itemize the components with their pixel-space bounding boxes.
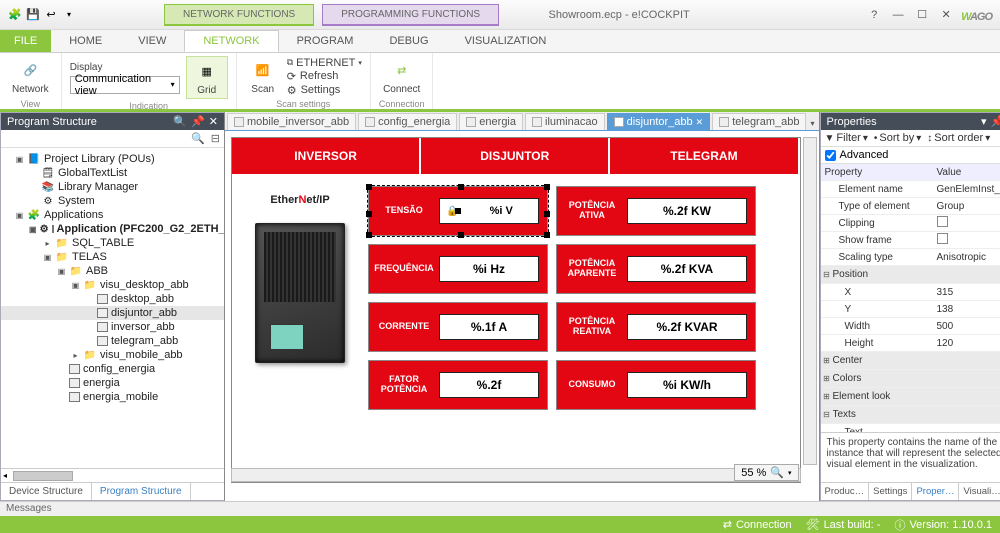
- settings-button[interactable]: ⚙Settings: [287, 84, 362, 97]
- zoom-icon: 🔍: [770, 466, 784, 479]
- doc-tab-iluminacao[interactable]: iluminacao: [525, 113, 605, 130]
- scan-icon: 📶: [249, 58, 277, 82]
- show-frame-checkbox[interactable]: [937, 233, 948, 244]
- card-potencia-reativa[interactable]: POTÊNCIA REATIVA%.2f KVAR: [556, 302, 756, 352]
- tab-device-structure[interactable]: Device Structure: [1, 483, 92, 500]
- doc-tab-config-energia[interactable]: config_energia: [358, 113, 457, 130]
- advanced-label: Advanced: [840, 149, 889, 161]
- clipping-checkbox[interactable]: [937, 216, 948, 227]
- tab-program[interactable]: PROGRAM: [279, 30, 372, 52]
- doc-tab-disjuntor[interactable]: disjuntor_abb✕: [607, 113, 711, 130]
- scan-button[interactable]: 📶 Scan: [245, 56, 281, 97]
- file-tab[interactable]: FILE: [0, 30, 51, 52]
- group-label-connection: Connection: [379, 97, 425, 112]
- property-grid[interactable]: Element nameGenElemInst_109 Type of elem…: [821, 181, 1000, 432]
- doc-tab-telegram[interactable]: telegram_abb: [712, 113, 806, 130]
- refresh-button[interactable]: ⟳Refresh: [287, 70, 362, 83]
- grid-icon: ▦: [193, 59, 221, 83]
- app-icon: 🧩: [8, 8, 22, 22]
- qat-dropdown-icon[interactable]: ▾: [62, 8, 76, 22]
- filter-button[interactable]: ▼ Filter ▾: [825, 132, 868, 144]
- panel-close-icon[interactable]: ✕: [209, 115, 218, 128]
- ethernet-ip-logo: EtherNet/IP: [270, 180, 329, 207]
- panel-title-properties: Properties: [827, 116, 877, 128]
- chevron-down-icon: ▾: [171, 80, 175, 89]
- connect-icon: ⇄: [388, 58, 416, 82]
- version-icon: ⓘ: [894, 517, 905, 533]
- tree-scrollbar-h[interactable]: ◂: [1, 468, 224, 482]
- card-corrente[interactable]: CORRENTE%.1f A: [368, 302, 548, 352]
- sortby-button[interactable]: • Sort by ▾: [874, 132, 921, 144]
- card-fator-potencia[interactable]: FATOR POTÊNCIA%.2f: [368, 360, 548, 410]
- card-frequencia[interactable]: FREQUÊNCIA%i Hz: [368, 244, 548, 294]
- tab-debug[interactable]: DEBUG: [371, 30, 446, 52]
- tree-collapse-icon[interactable]: ⊟: [211, 132, 220, 145]
- card-potencia-aparente[interactable]: POTÊNCIA APARENTE%.2f KVA: [556, 244, 756, 294]
- close-icon[interactable]: ✕: [935, 5, 957, 25]
- card-potencia-ativa[interactable]: POTÊNCIA ATIVA%.2f KW: [556, 186, 756, 236]
- card-consumo[interactable]: CONSUMO%i KW/h: [556, 360, 756, 410]
- search-icon[interactable]: 🔍: [173, 115, 187, 128]
- device-image: [255, 223, 345, 363]
- sortorder-button[interactable]: ↕ Sort order ▾: [927, 132, 990, 144]
- program-tree[interactable]: ▣📘Project Library (POUs) 🗒GlobalTextList…: [1, 148, 224, 468]
- canvas-scrollbar-v[interactable]: [803, 137, 817, 465]
- tabs-overflow-icon[interactable]: ▾: [806, 117, 818, 130]
- tab-close-icon[interactable]: ✕: [696, 117, 704, 128]
- visualization-canvas[interactable]: INVERSOR DISJUNTOR TELEGRAM EtherNet/IP …: [231, 137, 801, 483]
- pin-icon[interactable]: 📌: [191, 115, 205, 128]
- tab-network[interactable]: NETWORK: [184, 30, 278, 52]
- card-tensao[interactable]: TENSÃO 🔒%i V: [368, 186, 548, 236]
- tab-settings[interactable]: Settings: [869, 483, 912, 500]
- doc-tab-energia[interactable]: energia: [459, 113, 523, 130]
- maximize-icon[interactable]: ☐: [911, 5, 933, 25]
- minimize-icon[interactable]: —: [887, 5, 909, 25]
- display-label: Display: [70, 62, 103, 73]
- tab-visualization[interactable]: VISUALIZATION: [447, 30, 565, 52]
- display-combo[interactable]: Communication view▾: [70, 76, 180, 94]
- window-title: Showroom.ecp - e!COCKPIT: [379, 9, 859, 21]
- gear-icon: ⚙: [287, 84, 297, 97]
- col-property: Property: [821, 167, 933, 178]
- tree-search-icon[interactable]: 🔍: [191, 132, 205, 145]
- network-view-button[interactable]: 🔗 Network: [8, 56, 53, 97]
- subtab-telegram[interactable]: TELEGRAM: [610, 138, 799, 174]
- subtab-inversor[interactable]: INVERSOR: [232, 138, 421, 174]
- canvas-scrollbar-h[interactable]: [231, 468, 801, 482]
- refresh-icon: ⟳: [287, 70, 296, 83]
- tab-program-structure[interactable]: Program Structure: [92, 482, 191, 500]
- network-icon: 🔗: [16, 58, 44, 82]
- help-icon[interactable]: ?: [863, 5, 885, 25]
- document-tabs: mobile_inversor_abb config_energia energ…: [225, 112, 819, 131]
- context-tab-network-functions[interactable]: NETWORK FUNCTIONS: [164, 4, 314, 26]
- connect-button[interactable]: ⇄ Connect: [379, 56, 424, 97]
- property-description: This property contains the name of the i…: [821, 432, 1000, 482]
- status-version: ⓘVersion: 1.10.0.1: [894, 517, 992, 533]
- tab-produc[interactable]: Produc…: [821, 483, 870, 500]
- subtab-disjuntor[interactable]: DISJUNTOR: [421, 138, 610, 174]
- panel-menu-icon[interactable]: ▾: [981, 115, 987, 128]
- status-connection[interactable]: ⇄Connection: [723, 518, 792, 531]
- status-last-build: 🛠Last build: -: [806, 518, 881, 531]
- pin-icon[interactable]: 📌: [991, 115, 1000, 128]
- save-icon[interactable]: 💾: [26, 8, 40, 22]
- scan-interface-combo[interactable]: ⧉ ETHERNET ▾: [287, 57, 362, 69]
- grid-button[interactable]: ▦ Grid: [186, 56, 228, 99]
- undo-icon[interactable]: ↩: [44, 8, 58, 22]
- wago-logo: WAGO: [961, 7, 992, 23]
- tab-view[interactable]: VIEW: [120, 30, 184, 52]
- col-value: Value: [933, 167, 1000, 178]
- build-icon: 🛠: [806, 518, 820, 531]
- zoom-control[interactable]: 55 %🔍▾: [734, 464, 798, 481]
- tab-properties[interactable]: Proper…: [912, 483, 959, 500]
- doc-tab-mobile-inversor[interactable]: mobile_inversor_abb: [227, 113, 356, 130]
- tab-home[interactable]: HOME: [51, 30, 120, 52]
- advanced-checkbox[interactable]: [825, 150, 836, 161]
- panel-title-program-structure: Program Structure: [7, 116, 97, 128]
- connection-icon: ⇄: [723, 518, 732, 531]
- tab-visuali[interactable]: Visuali…: [959, 483, 1000, 500]
- ethernet-icon: ⧉: [287, 57, 293, 68]
- group-label-view: View: [21, 97, 40, 112]
- group-label-scan: Scan settings: [276, 97, 330, 112]
